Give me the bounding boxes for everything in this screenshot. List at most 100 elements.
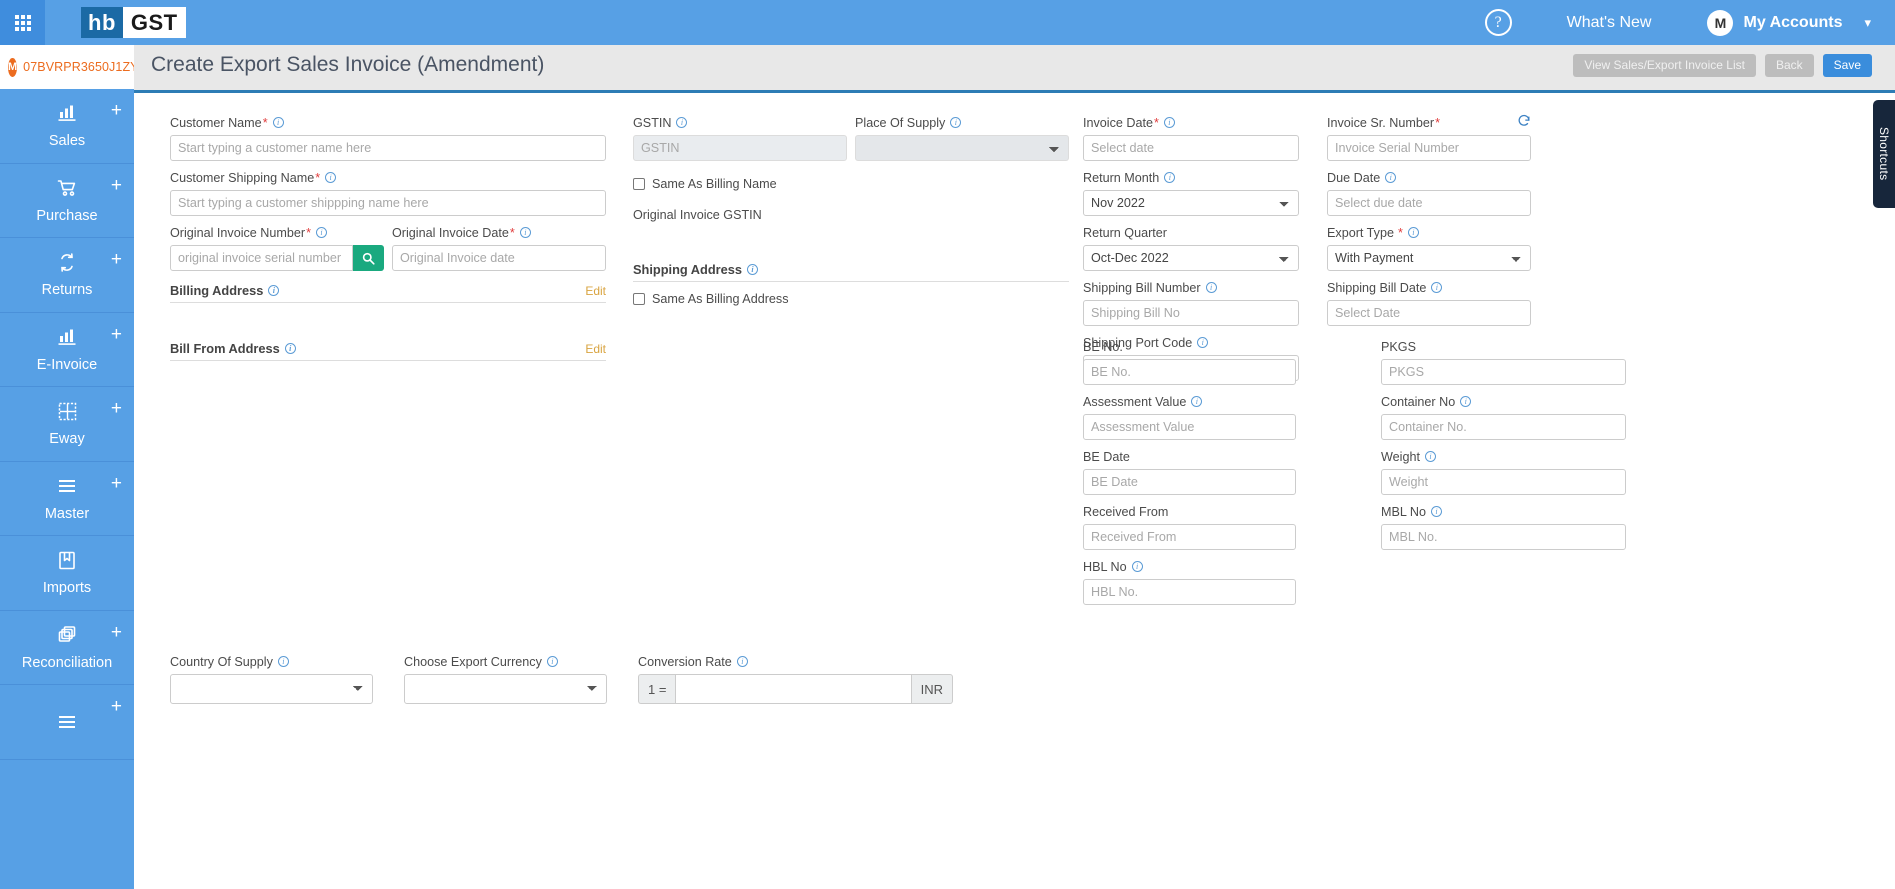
add-icon[interactable]: + <box>111 399 122 418</box>
same-as-billing-address-checkbox[interactable] <box>633 293 645 305</box>
add-icon[interactable]: + <box>111 176 122 195</box>
info-icon[interactable]: i <box>736 656 748 667</box>
info-icon[interactable]: i <box>1424 451 1436 462</box>
info-icon[interactable]: i <box>519 227 531 238</box>
invoice-sr-number-input[interactable] <box>1327 135 1531 161</box>
due-date-input[interactable] <box>1327 190 1531 216</box>
customer-shipping-name-label: Customer Shipping Name * i <box>170 169 606 186</box>
info-icon[interactable]: i <box>1385 172 1397 183</box>
sidebar-item-eway[interactable]: Eway + <box>0 387 134 462</box>
same-as-billing-name-label: Same As Billing Name <box>652 177 777 191</box>
field-place-of-supply: Place Of Supply i <box>855 114 1069 161</box>
add-icon[interactable]: + <box>111 697 122 716</box>
info-icon[interactable]: i <box>277 656 289 667</box>
my-accounts-menu[interactable]: M My Accounts ▾ <box>1707 9 1871 36</box>
info-icon[interactable]: i <box>1431 506 1443 517</box>
required-asterisk: * <box>1397 225 1403 240</box>
refresh-icon[interactable] <box>1517 114 1531 130</box>
add-icon[interactable]: + <box>111 101 122 120</box>
weight-input[interactable] <box>1381 469 1626 495</box>
field-weight: Weight i <box>1381 448 1626 495</box>
mbl-no-label: MBL No i <box>1381 503 1626 520</box>
info-icon[interactable]: i <box>284 343 296 354</box>
original-invoice-date-input[interactable] <box>392 245 606 271</box>
info-icon[interactable]: i <box>316 227 327 238</box>
pkgs-input[interactable] <box>1381 359 1626 385</box>
billing-address-edit-link[interactable]: Edit <box>585 284 606 298</box>
return-quarter-select[interactable]: Oct-Dec 2022 <box>1083 245 1299 271</box>
original-invoice-number-input[interactable] <box>170 245 353 271</box>
add-icon[interactable]: + <box>111 250 122 269</box>
info-icon[interactable]: i <box>1191 396 1203 407</box>
sidebar-item-e-invoice[interactable]: E-Invoice + <box>0 313 134 387</box>
billing-address-label: Billing Address i <box>170 283 280 298</box>
same-as-billing-address-label: Same As Billing Address <box>652 292 789 306</box>
info-icon[interactable]: i <box>325 172 337 183</box>
be-no-input[interactable] <box>1083 359 1296 385</box>
save-button[interactable]: Save <box>1822 54 1872 77</box>
conversion-rate-input[interactable] <box>675 674 912 704</box>
pkgs-details-column: PKGS Container No i Weight i MBL No i <box>1381 338 1626 550</box>
same-as-billing-name-row[interactable]: Same As Billing Name <box>633 177 1069 191</box>
field-conversion-rate: Conversion Rate i 1 = INR <box>638 653 953 704</box>
assessment-value-input[interactable] <box>1083 414 1296 440</box>
bill-from-address-edit-link[interactable]: Edit <box>585 342 606 356</box>
export-type-label: Export Type * i <box>1327 224 1531 241</box>
info-icon[interactable]: i <box>676 117 688 128</box>
gstin-input[interactable] <box>633 135 847 161</box>
container-no-input[interactable] <box>1381 414 1626 440</box>
info-icon[interactable]: i <box>1460 396 1472 407</box>
sidebar-item-more[interactable]: + <box>0 685 134 760</box>
received-from-input[interactable] <box>1083 524 1296 550</box>
add-icon[interactable]: + <box>111 623 122 642</box>
search-button[interactable] <box>353 245 384 271</box>
invoice-date-input[interactable] <box>1083 135 1299 161</box>
sidebar-item-returns[interactable]: Returns + <box>0 238 134 313</box>
same-as-billing-address-row[interactable]: Same As Billing Address <box>633 292 1069 306</box>
same-as-billing-name-checkbox[interactable] <box>633 178 645 190</box>
sidebar-item-purchase[interactable]: Purchase + <box>0 164 134 238</box>
country-of-supply-select[interactable] <box>170 674 373 704</box>
shipping-bill-number-input[interactable] <box>1083 300 1299 326</box>
info-icon[interactable]: i <box>950 117 962 128</box>
info-icon[interactable]: i <box>1431 282 1443 293</box>
info-icon[interactable]: i <box>1163 117 1175 128</box>
export-type-select[interactable]: With Payment <box>1327 245 1531 271</box>
hbl-no-input[interactable] <box>1083 579 1296 605</box>
sidebar-item-label: Imports <box>42 580 92 597</box>
sidebar-item-reconciliation[interactable]: Reconciliation + <box>0 611 134 685</box>
hbgst-logo[interactable]: hb GST <box>81 7 186 38</box>
field-export-currency: Choose Export Currency i <box>404 653 607 704</box>
info-icon[interactable]: i <box>1164 172 1176 183</box>
gstin-selector[interactable]: M 07BVRPR3650J1ZY <box>0 45 134 89</box>
whats-new-link[interactable]: What's New <box>1567 14 1652 32</box>
shortcuts-tab[interactable]: Shortcuts <box>1873 100 1895 208</box>
add-icon[interactable]: + <box>111 474 122 493</box>
info-icon[interactable]: i <box>747 264 759 275</box>
view-sales-export-invoice-list-button[interactable]: View Sales/Export Invoice List <box>1573 54 1756 77</box>
be-date-input[interactable] <box>1083 469 1296 495</box>
help-question-icon[interactable]: ? <box>1484 9 1512 36</box>
weight-label: Weight i <box>1381 448 1626 465</box>
customer-shipping-name-input[interactable] <box>170 190 606 216</box>
export-currency-select[interactable] <box>404 674 607 704</box>
add-icon[interactable]: + <box>111 325 122 344</box>
back-button[interactable]: Back <box>1764 54 1814 77</box>
apps-grid-icon[interactable] <box>0 0 45 45</box>
place-of-supply-select[interactable] <box>855 135 1069 161</box>
customer-name-input[interactable] <box>170 135 606 161</box>
sidebar-item-imports[interactable]: Imports <box>0 536 134 611</box>
info-icon[interactable]: i <box>1205 282 1217 293</box>
mbl-no-input[interactable] <box>1381 524 1626 550</box>
field-shipping-bill-date: Shipping Bill Date i <box>1327 279 1531 326</box>
info-icon[interactable]: i <box>1131 561 1143 572</box>
info-icon[interactable]: i <box>272 117 284 128</box>
shipping-bill-date-input[interactable] <box>1327 300 1531 326</box>
return-month-select[interactable]: Nov 2022 <box>1083 190 1299 216</box>
sidebar-item-sales[interactable]: Sales + <box>0 89 134 164</box>
info-icon[interactable]: i <box>546 656 558 667</box>
sidebar-item-master[interactable]: Master + <box>0 462 134 536</box>
info-icon[interactable]: i <box>1407 227 1419 238</box>
bill-from-address-section: Bill From Address i Edit <box>170 341 606 361</box>
info-icon[interactable]: i <box>268 285 280 296</box>
